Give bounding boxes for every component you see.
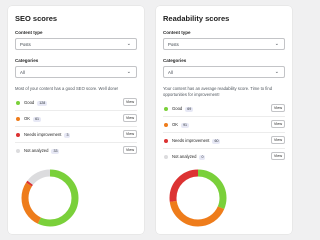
not-analyzed-dot-icon [164,154,168,159]
seo-scores-card: SEO scores Content type Posts ⌄ Categori… [8,6,144,234]
score-row-not-analyzed: Not analyzed 33 View [15,146,137,155]
count-badge: 69 [185,106,194,112]
score-description: Your content has an average readability … [163,86,273,97]
row-divider [15,126,137,127]
count-badge: 91 [181,122,190,128]
score-label: Good [24,100,35,105]
card-title: Readability scores [163,14,230,23]
score-description: Most of your content has a good SEO scor… [15,86,119,91]
chevron-down-icon: ⌄ [126,41,131,47]
readability-score-donut-chart [169,169,227,227]
count-badge: 33 [51,148,60,154]
row-divider [163,116,285,117]
content-type-label: Content type [163,30,191,35]
row-divider [163,148,285,149]
needs-improvement-dot-icon [16,132,20,137]
chevron-down-icon: ⌄ [126,69,131,75]
score-row-ok: OK 61 View [15,114,137,123]
view-button[interactable]: View [271,136,285,144]
score-row-ok: OK 91 View [163,120,285,129]
needs-improvement-dot-icon [164,138,168,143]
ok-dot-icon [164,122,168,127]
view-button[interactable]: View [123,146,137,154]
score-row-good: Good 69 View [163,104,285,113]
card-title: SEO scores [15,14,58,23]
view-button[interactable]: View [271,120,285,128]
score-row-good: Good 128 View [15,98,137,107]
categories-label: Categories [15,58,39,63]
chevron-down-icon: ⌄ [274,69,279,75]
not-analyzed-dot-icon [16,148,20,153]
row-divider [163,132,285,133]
score-row-needs-improvement: Needs improvement 60 View [163,136,285,145]
score-label: OK [24,116,31,121]
score-label: Needs improvement [24,132,62,137]
score-label: Good [172,106,183,111]
ok-dot-icon [16,116,20,121]
seo-score-donut-chart [21,169,79,227]
content-type-select[interactable]: Posts ⌄ [163,38,285,50]
score-label: Needs improvement [172,138,210,143]
row-divider [15,110,137,111]
view-button[interactable]: View [123,114,137,122]
score-row-needs-improvement: Needs improvement 3 View [15,130,137,139]
view-button[interactable]: View [271,152,285,160]
content-type-label: Content type [15,30,43,35]
content-type-value: Posts [20,42,31,47]
score-label: OK [172,122,179,127]
count-badge: 128 [37,100,48,106]
view-button[interactable]: View [123,130,137,138]
row-divider [15,142,137,143]
view-button[interactable]: View [271,104,285,112]
content-type-value: Posts [168,42,179,47]
view-button[interactable]: View [123,98,137,106]
chevron-down-icon: ⌄ [274,41,279,47]
categories-value: All [168,70,173,75]
good-dot-icon [164,106,168,111]
score-label: Not analyzed [172,154,197,159]
content-type-select[interactable]: Posts ⌄ [15,38,137,50]
score-label: Not analyzed [24,148,49,153]
readability-scores-card: Readability scores Content type Posts ⌄ … [156,6,292,234]
categories-select[interactable]: All ⌄ [163,66,285,78]
score-row-not-analyzed: Not analyzed 0 View [163,152,285,161]
categories-label: Categories [163,58,187,63]
categories-select[interactable]: All ⌄ [15,66,137,78]
categories-value: All [20,70,25,75]
count-badge: 0 [199,154,206,160]
good-dot-icon [16,100,20,105]
count-badge: 3 [64,132,71,138]
count-badge: 60 [212,138,221,144]
count-badge: 61 [33,116,42,122]
